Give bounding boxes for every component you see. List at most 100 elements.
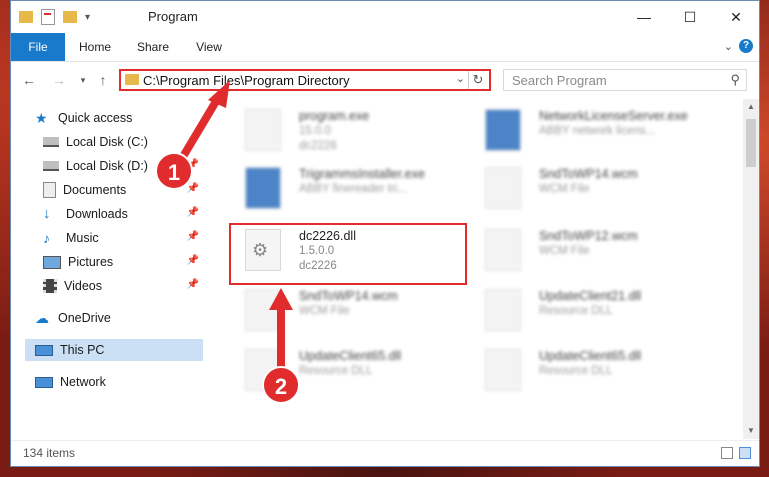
sidebar-item-music[interactable]: ♪ Music 📌: [43, 227, 203, 249]
file-icon: [485, 229, 521, 271]
file-type: Resource DLL: [539, 305, 613, 317]
expand-ribbon-icon[interactable]: ⌄: [724, 40, 733, 53]
sidebar-item-label: Network: [60, 375, 106, 389]
file-name: NetworkLicenseServer.exe: [539, 109, 688, 123]
list-item[interactable]: UpdateClient21.dll Resource DLL: [461, 283, 701, 341]
documents-icon: [43, 182, 56, 198]
sidebar-item-label: Downloads: [66, 207, 128, 221]
pin-icon: 📌: [186, 255, 199, 266]
file-name: TrigrammsInstaller.exe: [299, 167, 425, 181]
drive-icon: [43, 161, 59, 171]
file-name: UpdateClient21.dll: [539, 289, 642, 303]
close-icon[interactable]: ✕: [713, 1, 759, 33]
back-icon[interactable]: ←: [19, 70, 39, 90]
list-item[interactable]: SndToWP14.wcm WCM File: [221, 283, 461, 341]
sidebar-item-label: OneDrive: [58, 311, 111, 325]
address-bar[interactable]: C:\Program Files\Program Directory ⌄ ↻: [119, 69, 491, 91]
pin-icon: 📌: [186, 279, 199, 290]
sidebar-item-label: Local Disk (C:): [66, 135, 148, 149]
tab-view[interactable]: View: [183, 33, 235, 61]
file-icon: [245, 167, 281, 209]
sidebar-item-downloads[interactable]: ↓ Downloads 📌: [43, 203, 203, 225]
scroll-up-icon[interactable]: ▲: [743, 99, 759, 115]
recent-locations-icon[interactable]: ▾: [73, 70, 93, 90]
file-version: 15.0.0: [299, 125, 331, 137]
file-type: WCM File: [539, 183, 590, 195]
help-icon[interactable]: ?: [739, 39, 753, 53]
sidebar-item-label: Music: [66, 231, 99, 245]
file-description: dc2226: [299, 140, 337, 152]
sidebar-item-this-pc[interactable]: This PC: [25, 339, 203, 361]
file-name: SndToWP14.wcm: [299, 289, 398, 303]
tab-share[interactable]: Share: [127, 33, 179, 61]
highlight-box: [229, 223, 467, 285]
title-bar: ▾ Program — ☐ ✕: [11, 1, 759, 33]
details-view-icon[interactable]: [721, 447, 733, 459]
folder-icon: [125, 74, 139, 85]
pin-icon: 📌: [186, 207, 199, 218]
refresh-icon[interactable]: ↻: [468, 71, 487, 89]
list-item[interactable]: SndToWP14.wcm WCM File: [461, 161, 701, 219]
sidebar-item-local-disk-c[interactable]: Local Disk (C:) 📌: [43, 131, 203, 153]
download-icon: ↓: [43, 205, 51, 222]
new-folder-icon[interactable]: [63, 11, 77, 23]
file-icon: [245, 289, 281, 331]
quick-access-toolbar: ▾: [19, 9, 90, 25]
item-count: 134 items: [23, 446, 76, 460]
sidebar-item-pictures[interactable]: Pictures 📌: [43, 251, 203, 273]
sidebar-item-label: This PC: [60, 343, 105, 357]
tab-home[interactable]: Home: [69, 33, 121, 61]
pin-icon: 📌: [186, 135, 199, 146]
video-icon: [43, 279, 57, 293]
cloud-icon: ☁: [35, 310, 49, 326]
sidebar-item-quick-access[interactable]: ★ Quick access: [35, 107, 227, 129]
file-type: WCM File: [299, 305, 350, 317]
drive-icon: [43, 137, 59, 147]
list-item[interactable]: SndToWP12.wcm WCM File: [461, 223, 701, 281]
list-item[interactable]: UpdateClient65.dll Resource DLL: [221, 343, 461, 401]
file-type: Resource DLL: [539, 365, 613, 377]
forward-icon[interactable]: →: [49, 70, 69, 90]
sidebar-item-videos[interactable]: Videos 📌: [43, 275, 203, 297]
address-row: ← → ▾ ↑ C:\Program Files\Program Directo…: [11, 62, 759, 98]
address-path: C:\Program Files\Program Directory: [143, 73, 350, 88]
vertical-scrollbar[interactable]: ▲ ▼: [743, 99, 759, 439]
list-item[interactable]: program.exe 15.0.0 dc2226: [221, 103, 461, 161]
ribbon: File Home Share View ⌄ ?: [11, 33, 759, 62]
sidebar-item-onedrive[interactable]: ☁ OneDrive: [35, 307, 203, 329]
minimize-icon[interactable]: —: [621, 1, 667, 33]
step-badge-2: 2: [262, 366, 300, 404]
file-icon: [485, 349, 521, 391]
window-title: Program: [148, 9, 198, 24]
file-icon: [485, 109, 521, 151]
maximize-icon[interactable]: ☐: [667, 1, 713, 33]
properties-icon[interactable]: [41, 9, 55, 25]
scrollbar-thumb[interactable]: [746, 119, 756, 167]
tab-file[interactable]: File: [11, 33, 65, 61]
list-item[interactable]: UpdateClient65.dll Resource DLL: [461, 343, 701, 401]
large-icons-view-icon[interactable]: [739, 447, 751, 459]
sidebar-item-label: Pictures: [68, 255, 114, 269]
file-name: UpdateClient65.dll: [299, 349, 402, 363]
step-badge-1: 1: [155, 152, 193, 190]
list-item[interactable]: TrigrammsInstaller.exe ABBY finereader t…: [221, 161, 461, 219]
list-item[interactable]: NetworkLicenseServer.exe ABBY network li…: [461, 103, 701, 161]
file-icon: [485, 167, 521, 209]
customize-toolbar-icon[interactable]: ▾: [85, 12, 90, 23]
pin-icon: 📌: [186, 183, 199, 194]
search-input[interactable]: Search Program ⚲: [503, 69, 747, 91]
scroll-down-icon[interactable]: ▼: [743, 423, 759, 439]
search-icon: ⚲: [730, 72, 740, 87]
sidebar-item-label: Videos: [64, 279, 102, 293]
file-icon: [245, 109, 281, 151]
chevron-down-icon[interactable]: ⌄: [456, 72, 465, 85]
sidebar-item-network[interactable]: Network: [35, 371, 203, 393]
network-icon: [35, 376, 53, 388]
up-icon[interactable]: ↑: [93, 70, 113, 90]
folder-icon[interactable]: [19, 11, 33, 23]
pictures-icon: [43, 255, 61, 269]
sidebar-item-label: Documents: [63, 183, 127, 197]
file-description: ABBY network licens...: [539, 125, 656, 137]
navigation-pane: ★ Quick access Local Disk (C:) 📌 Local D…: [11, 99, 207, 439]
sidebar-item-label: Quick access: [58, 111, 133, 125]
